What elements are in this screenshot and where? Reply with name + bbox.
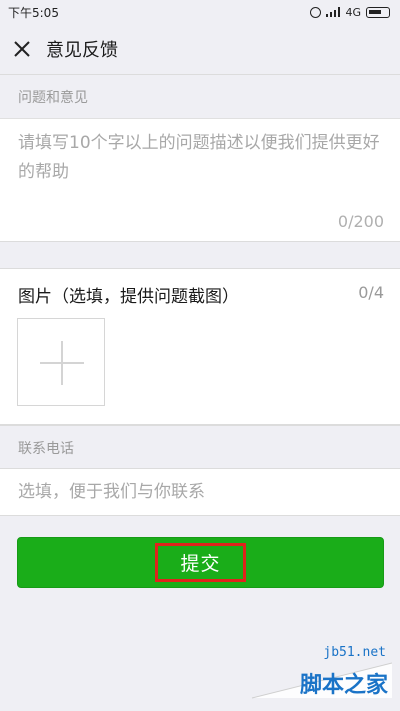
feedback-placeholder: 请填写10个字以上的问题描述以便我们提供更好的帮助 <box>18 133 380 182</box>
feedback-screen: 下午5:05 4G 意见反馈 问题和意见 请填写10个字以上的问题描述以便我们提… <box>0 0 400 711</box>
status-bar: 下午5:05 4G <box>0 0 400 24</box>
page-title: 意见反馈 <box>46 40 118 61</box>
submit-button[interactable]: 提交 <box>17 537 384 588</box>
status-icons: 4G <box>310 6 390 19</box>
network-type: 4G <box>345 5 361 19</box>
contact-field <box>0 468 400 516</box>
feedback-textarea[interactable]: 请填写10个字以上的问题描述以便我们提供更好的帮助 0/200 <box>0 118 400 242</box>
contact-section-label: 联系电话 <box>0 425 400 469</box>
close-icon[interactable] <box>0 24 44 74</box>
title-bar: 意见反馈 <box>0 24 400 74</box>
battery-icon <box>366 6 390 18</box>
contact-phone-input[interactable] <box>18 469 382 515</box>
submit-label: 提交 <box>180 553 221 575</box>
image-section: 图片（选填，提供问题截图） 0/4 <box>0 268 400 425</box>
signal-icon <box>326 7 341 17</box>
watermark-name: 脚本之家 <box>299 673 388 698</box>
status-time: 下午5:05 <box>8 5 59 20</box>
feedback-section-label: 问题和意见 <box>0 74 400 118</box>
watermark-logo: jb51.net 脚本之家 <box>242 643 392 701</box>
add-image-button[interactable] <box>17 318 105 406</box>
alarm-icon <box>310 6 322 18</box>
char-count: 0/200 <box>337 212 384 231</box>
watermark-site: jb51.net <box>323 645 386 660</box>
submit-highlight-box: 提交 <box>155 543 246 582</box>
image-section-title: 图片（选填，提供问题截图） <box>18 287 239 307</box>
image-count: 0/4 <box>358 283 384 302</box>
